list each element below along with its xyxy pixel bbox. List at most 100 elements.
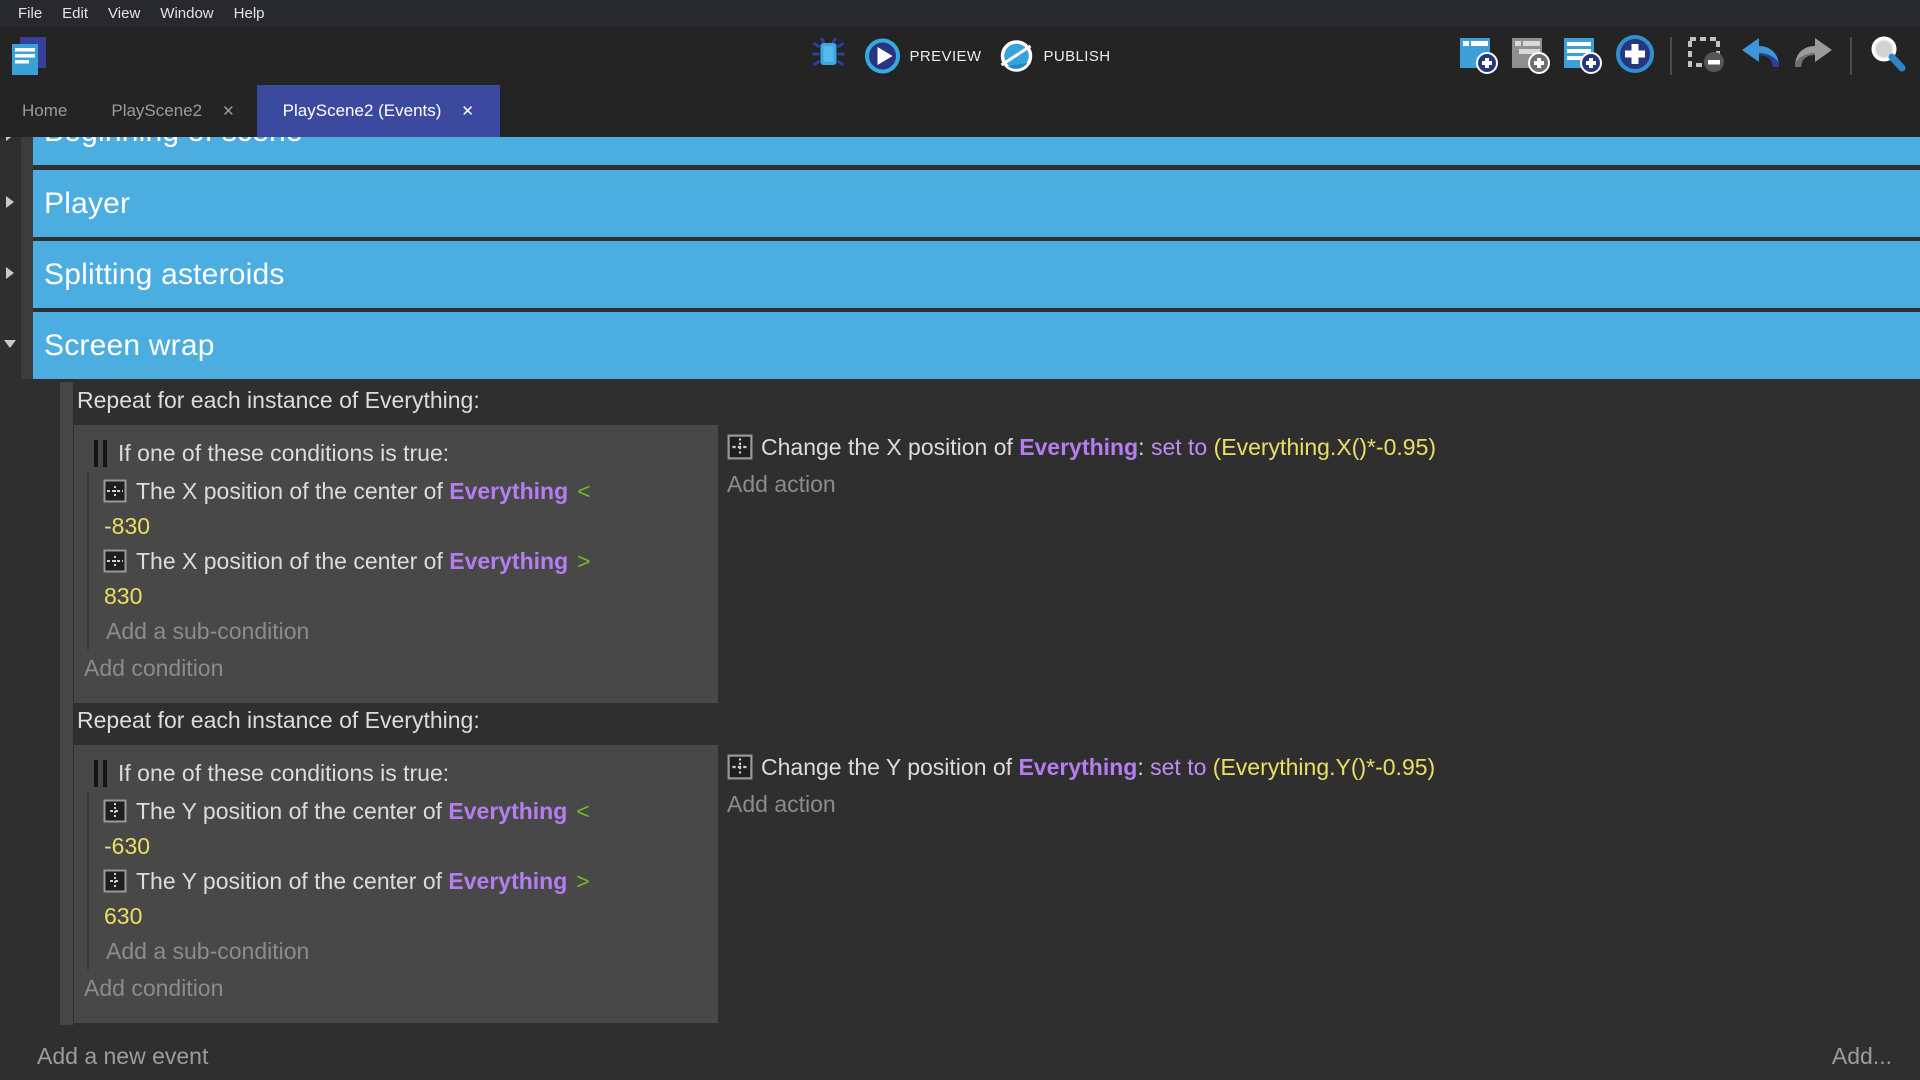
tab-close-icon[interactable]: ✕: [222, 102, 235, 120]
event-group-splitting-asteroids[interactable]: Splitting asteroids: [33, 241, 1920, 308]
redo-button[interactable]: [1792, 33, 1836, 80]
or-header-label: If one of these conditions is true:: [118, 760, 449, 787]
preview-button[interactable]: PREVIEW: [864, 37, 982, 75]
condition-value: 830: [89, 579, 718, 613]
chevron-right-icon[interactable]: [6, 196, 14, 208]
operator: <: [568, 478, 590, 504]
condition-row[interactable]: The X position of the center of Everythi…: [89, 543, 718, 613]
operator: >: [567, 868, 589, 894]
preview-label: PREVIEW: [910, 48, 982, 65]
tab-home[interactable]: Home: [0, 85, 89, 137]
object-name: Everything: [448, 798, 567, 824]
menu-file[interactable]: File: [8, 0, 52, 27]
condition-row[interactable]: The X position of the center of Everythi…: [89, 473, 718, 543]
menu-window[interactable]: Window: [150, 0, 223, 27]
object-name: Everything: [448, 868, 567, 894]
group-title: Screen wrap: [44, 329, 215, 363]
chevron-right-icon[interactable]: [6, 267, 14, 279]
y-position-icon: [103, 869, 127, 893]
or-conditions-header[interactable]: If one of these conditions is true:: [74, 753, 718, 793]
add-comment-button[interactable]: [1562, 33, 1604, 80]
action-expression: (Everything.X()*-0.95): [1214, 434, 1436, 460]
add-condition-link[interactable]: Add condition: [74, 970, 718, 1007]
conditions-panel[interactable]: If one of these conditions is true: The …: [74, 745, 718, 1023]
event-group-player[interactable]: Player: [33, 170, 1920, 237]
chevron-down-icon[interactable]: [4, 340, 16, 348]
object-name: Everything: [449, 548, 568, 574]
add-action-link[interactable]: Add action: [727, 785, 1435, 823]
publish-label: PUBLISH: [1043, 48, 1110, 65]
repeat-event-header[interactable]: Repeat for each instance of Everything:: [77, 707, 480, 734]
add-condition-link[interactable]: Add condition: [74, 650, 718, 687]
condition-row[interactable]: The Y position of the center of Everythi…: [89, 793, 718, 863]
action-text: Change the X position of: [761, 434, 1019, 460]
condition-text: The Y position of the center of: [136, 798, 448, 824]
condition-value: -830: [89, 509, 718, 543]
undo-button[interactable]: [1738, 33, 1782, 80]
add-new-event-link[interactable]: Add a new event: [37, 1043, 208, 1070]
chevron-right-icon[interactable]: [6, 137, 14, 141]
menu-help[interactable]: Help: [224, 0, 275, 27]
tab-bar: Home PlayScene2 ✕ PlayScene2 (Events) ✕: [0, 85, 1920, 137]
operator-label: set to: [1144, 754, 1213, 780]
tab-playscene2-events[interactable]: PlayScene2 (Events) ✕: [257, 85, 500, 137]
toolbar-separator: [1850, 37, 1852, 75]
events-sheet: Beginning of scene Player Splitting aste…: [0, 137, 1920, 1080]
x-position-icon: [103, 549, 127, 573]
action-text: Change the Y position of: [761, 754, 1018, 780]
or-header-label: If one of these conditions is true:: [118, 440, 449, 467]
event-group-beginning-of-scene[interactable]: Beginning of scene: [33, 137, 1920, 165]
tab-label: Home: [22, 101, 67, 121]
gdevelop-window: File Edit View Window Help: [0, 0, 1920, 1080]
toolbar-right: [1458, 27, 1908, 85]
deselect-button[interactable]: [1686, 33, 1728, 80]
or-icon: [94, 440, 107, 467]
publish-button[interactable]: PUBLISH: [997, 37, 1110, 75]
add-comment-icon: [1562, 33, 1604, 80]
add-subevent-button[interactable]: [1510, 33, 1552, 80]
project-manager-button[interactable]: [8, 35, 50, 82]
operator: <: [567, 798, 589, 824]
object-name: Everything: [1019, 434, 1138, 460]
undo-icon: [1738, 33, 1782, 80]
sub-conditions-block: The X position of the center of Everythi…: [87, 473, 718, 650]
sub-conditions-block: The Y position of the center of Everythi…: [87, 793, 718, 970]
action-row[interactable]: Change the Y position of Everything: set…: [727, 749, 1435, 785]
operator-label: set to: [1145, 434, 1214, 460]
actions-column: Change the Y position of Everything: set…: [727, 749, 1435, 823]
redo-icon: [1792, 33, 1836, 80]
add-more-button[interactable]: [1614, 33, 1656, 80]
menu-edit[interactable]: Edit: [52, 0, 98, 27]
condition-text: The X position of the center of: [136, 478, 449, 504]
tab-playscene2[interactable]: PlayScene2 ✕: [89, 85, 256, 137]
condition-value: -630: [89, 829, 718, 863]
action-row[interactable]: Change the X position of Everything: set…: [727, 429, 1436, 465]
repeat-event-header[interactable]: Repeat for each instance of Everything:: [77, 387, 480, 414]
condition-text: The Y position of the center of: [136, 868, 448, 894]
tab-close-icon[interactable]: ✕: [461, 102, 474, 120]
add-sub-condition-link[interactable]: Add a sub-condition: [89, 933, 718, 970]
add-sub-condition-link[interactable]: Add a sub-condition: [89, 613, 718, 650]
add-subevent-icon: [1510, 33, 1552, 80]
add-event-button[interactable]: [1458, 33, 1500, 80]
preview-play-icon: [864, 37, 902, 75]
deselect-icon: [1686, 33, 1728, 80]
or-conditions-header[interactable]: If one of these conditions is true:: [74, 433, 718, 473]
tab-label: PlayScene2 (Events): [283, 101, 442, 121]
event-group-screen-wrap[interactable]: Screen wrap: [33, 312, 1920, 379]
toolbar-separator: [1670, 37, 1672, 75]
condition-row[interactable]: The Y position of the center of Everythi…: [89, 863, 718, 933]
add-more-link[interactable]: Add...: [1832, 1043, 1892, 1070]
add-action-link[interactable]: Add action: [727, 465, 1436, 503]
add-more-icon: [1614, 33, 1656, 80]
condition-text: The X position of the center of: [136, 548, 449, 574]
menu-view[interactable]: View: [98, 0, 150, 27]
x-position-icon: [103, 479, 127, 503]
search-button[interactable]: [1866, 33, 1908, 80]
debug-button[interactable]: [810, 35, 848, 78]
action-expression: (Everything.Y()*-0.95): [1213, 754, 1435, 780]
search-icon: [1866, 33, 1908, 80]
conditions-panel[interactable]: If one of these conditions is true: The …: [74, 425, 718, 703]
groups-gutter: [21, 137, 33, 379]
events-gutter: [60, 382, 73, 1025]
